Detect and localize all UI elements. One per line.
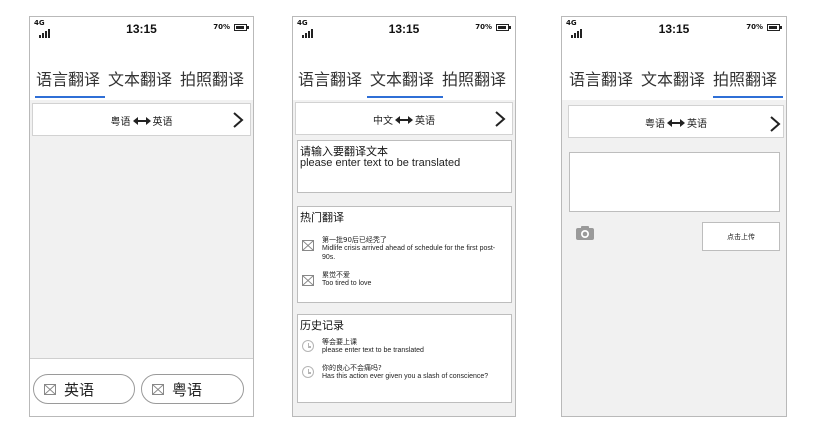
list-item[interactable]: 累觉不爱 Too tired to love	[302, 270, 507, 292]
history-item-translation: Has this action ever given you a slash o…	[322, 373, 489, 380]
tab-bar: 语言翻译 文本翻译 拍照翻译	[293, 47, 515, 100]
english-voice-button[interactable]: 英语	[33, 374, 135, 404]
status-bar: 4G 13:15 70%	[30, 17, 253, 47]
tab-language-translation[interactable]: 语言翻译	[36, 66, 100, 90]
english-button-label: 英语	[64, 380, 95, 399]
hot-title: 热门翻译	[300, 211, 344, 224]
chevron-right-icon[interactable]	[493, 109, 507, 129]
chevron-right-icon[interactable]	[768, 114, 782, 134]
history-panel: 历史记录 等会要上课 please enter text to be trans…	[297, 314, 512, 403]
language-selector[interactable]: 粤语 英语	[32, 103, 251, 136]
battery-icon	[767, 23, 782, 31]
image-placeholder-icon	[302, 240, 314, 251]
battery-percent: 70%	[475, 23, 492, 31]
phone-screen-text-translation: 4G 13:15 70% 语言翻译 文本翻译 拍照翻译 中文 英语 请输入要翻译文…	[292, 16, 516, 417]
bottom-language-bar: 英语 粤语	[30, 358, 253, 416]
active-tab-indicator	[367, 96, 443, 98]
tab-bar: 语言翻译 文本翻译 拍照翻译	[30, 47, 253, 100]
tab-photo-translation[interactable]: 拍照翻译	[180, 66, 244, 90]
target-language: 英语	[152, 117, 173, 128]
tab-photo-translation[interactable]: 拍照翻译	[713, 66, 777, 90]
source-language: 中文	[373, 116, 393, 127]
list-item[interactable]: 等会要上课 please enter text to be translated	[302, 337, 507, 359]
cantonese-voice-button[interactable]: 粤语	[141, 374, 244, 404]
input-placeholder: please enter text to be translated	[300, 157, 461, 169]
source-language: 粤语	[110, 117, 131, 128]
source-language: 粤语	[645, 119, 665, 130]
status-bar: 4G 13:15 70%	[562, 17, 786, 47]
battery-icon	[234, 23, 249, 31]
list-item[interactable]: 第一批90后已经秃了 Midlife crisis arrived ahead …	[302, 235, 507, 267]
swap-arrow-icon	[132, 116, 151, 125]
battery-indicator: 70%	[475, 23, 511, 31]
language-selector[interactable]: 中文 英语	[295, 102, 513, 135]
phone-screen-photo-translation: 4G 13:15 70% 语言翻译 文本翻译 拍照翻译 粤语 英语 点击上传	[561, 16, 787, 417]
battery-icon	[496, 23, 511, 31]
list-item[interactable]: 你的良心不会痛吗? Has this action ever given you…	[302, 363, 507, 385]
upload-button[interactable]: 点击上传	[702, 222, 780, 251]
swap-arrow-icon	[395, 115, 413, 124]
battery-percent: 70%	[213, 23, 230, 31]
status-bar: 4G 13:15 70%	[293, 17, 515, 47]
active-tab-indicator	[35, 96, 105, 98]
hot-item-translation: Midlife crisis arrived ahead of schedule…	[322, 245, 496, 261]
tab-text-translation[interactable]: 文本翻译	[641, 66, 705, 90]
tab-text-translation[interactable]: 文本翻译	[108, 66, 172, 90]
history-title: 历史记录	[300, 319, 344, 332]
hot-translations-panel: 热门翻译 第一批90后已经秃了 Midlife crisis arrived a…	[297, 206, 512, 303]
image-placeholder-icon	[152, 383, 164, 395]
battery-indicator: 70%	[213, 23, 249, 31]
text-input-box[interactable]: 请输入要翻译文本 please enter text to be transla…	[297, 140, 512, 193]
chevron-right-icon[interactable]	[231, 110, 245, 130]
battery-indicator: 70%	[746, 23, 782, 31]
tab-language-translation[interactable]: 语言翻译	[569, 66, 633, 90]
swap-arrow-icon	[667, 118, 685, 127]
camera-icon[interactable]	[575, 225, 595, 241]
active-tab-indicator	[713, 96, 783, 98]
tab-text-translation[interactable]: 文本翻译	[370, 66, 434, 90]
clock-icon	[302, 340, 314, 352]
battery-percent: 70%	[746, 23, 763, 31]
history-item-translation: please enter text to be translated	[322, 347, 424, 354]
language-selector[interactable]: 粤语 英语	[568, 105, 784, 138]
hot-item-translation: Too tired to love	[322, 280, 372, 287]
cantonese-button-label: 粤语	[172, 380, 203, 399]
image-placeholder-icon	[44, 383, 56, 395]
tab-language-translation[interactable]: 语言翻译	[298, 66, 362, 90]
image-placeholder-icon	[302, 275, 314, 286]
tab-photo-translation[interactable]: 拍照翻译	[442, 66, 506, 90]
photo-preview-box[interactable]	[569, 152, 780, 212]
target-language: 英语	[415, 116, 435, 127]
phone-screen-language-translation: 4G 13:15 70% 语言翻译 文本翻译 拍照翻译 粤语 英语 英语 粤语	[29, 16, 254, 417]
clock-icon	[302, 366, 314, 378]
tab-bar: 语言翻译 文本翻译 拍照翻译	[562, 47, 786, 100]
target-language: 英语	[687, 119, 707, 130]
